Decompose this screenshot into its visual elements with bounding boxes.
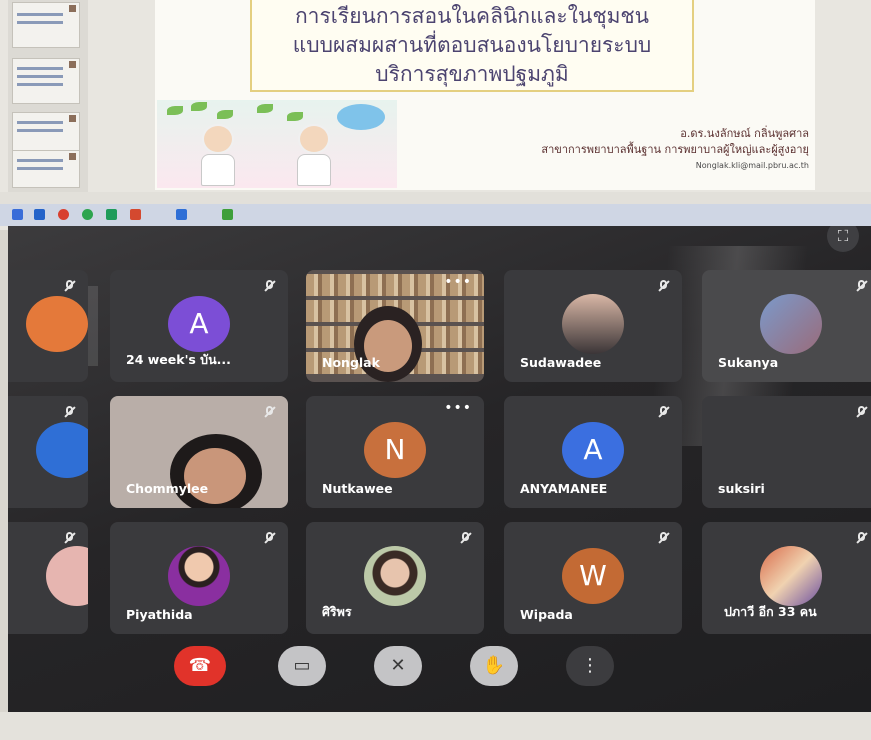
participant-name: Chommylee — [126, 481, 209, 496]
camera-toggle-button[interactable]: ▭ — [278, 646, 326, 686]
chrome-icon[interactable] — [82, 209, 93, 220]
taskbar-app-icon[interactable] — [222, 209, 233, 220]
end-call-button[interactable]: ☎ — [174, 646, 226, 686]
slide-email: Nonglak.kli@mail.pbru.ac.th — [695, 161, 809, 170]
participant-tile[interactable] — [8, 270, 88, 382]
slide-thumbnail[interactable] — [12, 58, 80, 104]
participant-name: ANYAMANEE — [520, 481, 608, 496]
more-vert-icon: ⋮ — [581, 655, 599, 676]
profile-photo — [168, 546, 230, 606]
participant-name: Piyathida — [126, 607, 193, 622]
participant-name: Sudawadee — [520, 355, 602, 370]
more-options-button[interactable]: ⋮ — [566, 646, 614, 686]
slide-department: สาขาการพยาบาลพื้นฐาน การพยาบาลผู้ใหญ่และ… — [541, 143, 809, 156]
hand-icon: ✋ — [482, 655, 506, 676]
slide-title: การเรียนการสอนในคลินิกและในชุมชน แบบผสมผ… — [250, 0, 694, 92]
powerpoint-icon[interactable] — [130, 209, 141, 220]
more-options-icon[interactable]: ••• — [444, 400, 472, 416]
participant-tile[interactable]: Sukanya — [702, 270, 871, 382]
slide-thumbnail-panel — [8, 0, 88, 195]
phone-hangup-icon: ☎ — [188, 655, 212, 676]
participant-tile[interactable]: ••• N Nutkawee — [306, 396, 484, 508]
speech-bubble-icon — [337, 104, 385, 130]
participant-name: Nonglak — [322, 355, 380, 370]
profile-photo — [364, 546, 426, 606]
avatar: A — [562, 422, 624, 478]
word-icon[interactable] — [176, 209, 187, 220]
participant-tile[interactable] — [8, 522, 88, 634]
mic-off-icon — [854, 404, 870, 420]
opera-icon[interactable] — [58, 209, 69, 220]
participant-name: Sukanya — [718, 355, 779, 370]
participant-tile[interactable]: Piyathida — [110, 522, 288, 634]
participant-name: ปภาวี อีก 33 คน — [724, 604, 817, 619]
participant-tile[interactable]: A 24 week's บัน... — [110, 270, 288, 382]
mic-off-icon — [262, 278, 278, 294]
participant-name: suksiri — [718, 481, 765, 496]
slide-title-line: แบบผสมผสานที่ตอบสนองนโยบายระบบ — [292, 33, 652, 57]
nurse-illustration — [157, 100, 397, 188]
current-slide: การเรียนการสอนในคลินิกและในชุมชน แบบผสมผ… — [155, 0, 815, 190]
mic-off-icon — [262, 404, 278, 420]
avatar: W — [562, 548, 624, 604]
mic-off-icon — [262, 530, 278, 546]
slide-thumbnail[interactable] — [12, 2, 80, 48]
mic-off-icon — [854, 278, 870, 294]
fullscreen-icon[interactable]: ⛶ — [827, 226, 859, 252]
profile-photo — [562, 294, 624, 354]
profile-photo — [46, 546, 88, 606]
windows-taskbar — [0, 204, 871, 226]
mic-off-icon — [458, 530, 474, 546]
participant-tile[interactable]: Sudawadee — [504, 270, 682, 382]
avatar — [26, 296, 88, 352]
profile-photo — [760, 546, 822, 606]
camera-off-icon: ▭ — [293, 655, 311, 676]
slide-title-line: การเรียนการสอนในคลินิกและในชุมชน — [294, 4, 650, 28]
avatar — [36, 422, 88, 478]
profile-photo — [760, 294, 822, 354]
presentation-window: การเรียนการสอนในคลินิกและในชุมชน แบบผสมผ… — [0, 0, 871, 230]
participant-name: 24 week's บัน... — [126, 352, 231, 367]
participant-tile[interactable]: ศิริพร — [306, 522, 484, 634]
mic-off-icon — [62, 530, 78, 546]
mic-off-icon — [656, 404, 672, 420]
participant-tile-video[interactable]: Chommylee — [110, 396, 288, 508]
mic-off-icon — [62, 278, 78, 294]
participant-tile-overflow[interactable]: ปภาวี อีก 33 คน — [702, 522, 871, 634]
mic-off-icon — [854, 530, 870, 546]
avatar: N — [364, 422, 426, 478]
mic-off-icon — [656, 278, 672, 294]
taskbar-app-icon[interactable] — [12, 209, 23, 220]
meeting-stage: ⛶ A 24 week's บัน... ••• Nonglak Sudawad… — [8, 226, 871, 712]
participant-tile[interactable]: suksiri — [702, 396, 871, 508]
participant-name: Nutkawee — [322, 481, 393, 496]
mic-off-icon — [656, 530, 672, 546]
raise-hand-button[interactable]: ✋ — [470, 646, 518, 686]
participant-tile[interactable]: W Wipada — [504, 522, 682, 634]
participant-tile[interactable]: A ANYAMANEE — [504, 396, 682, 508]
mic-off-icon — [62, 404, 78, 420]
slide-author: อ.ดร.นงลักษณ์ กลิ่นพูลศาล — [680, 127, 809, 140]
taskbar-app-icon[interactable] — [34, 209, 45, 220]
call-controls: ☎ ▭ ✕ ✋ ⋮ — [8, 646, 871, 712]
mic-toggle-button[interactable]: ✕ — [374, 646, 422, 686]
more-options-icon[interactable]: ••• — [444, 274, 472, 290]
participant-name: Wipada — [520, 607, 573, 622]
slide-title-line: บริการสุขภาพปฐมภูมิ — [375, 62, 569, 86]
avatar: A — [168, 296, 230, 352]
participant-tile[interactable] — [8, 396, 88, 508]
taskbar-app-icon[interactable] — [106, 209, 117, 220]
bottom-edge — [0, 712, 871, 740]
slide-author-block: อ.ดร.นงลักษณ์ กลิ่นพูลศาล สาขาการพยาบาลพ… — [541, 126, 809, 174]
participant-name: ศิริพร — [322, 604, 352, 619]
participant-tile-video[interactable]: ••• Nonglak — [306, 270, 484, 382]
slide-thumbnail[interactable] — [12, 150, 80, 188]
mic-off-icon: ✕ — [390, 655, 406, 676]
